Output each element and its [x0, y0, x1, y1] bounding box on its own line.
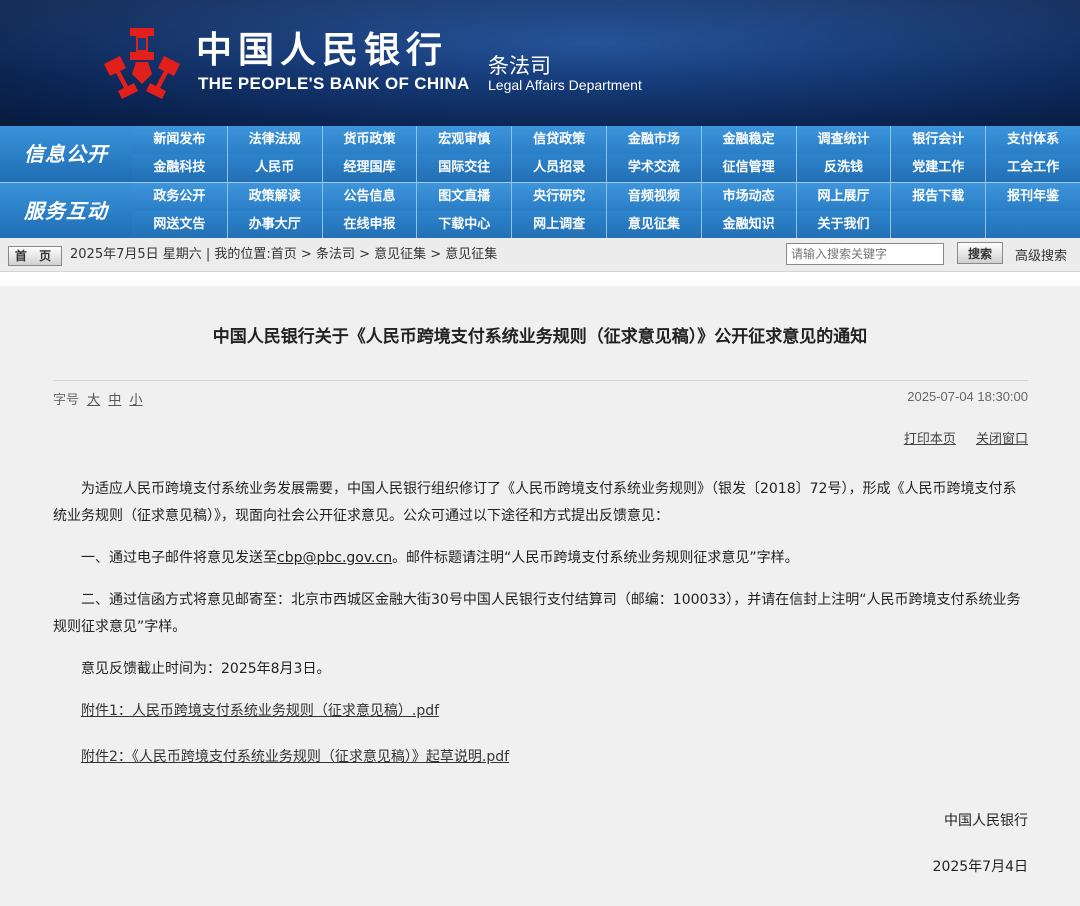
nav-item-credit-reference[interactable]: 征信管理 [700, 154, 796, 182]
attachment-2-link[interactable]: 附件2：《人民币跨境支付系统业务规则（征求意见稿）》起草说明.pdf [81, 749, 509, 765]
nav-item-financial-markets[interactable]: 金融市场 [605, 126, 701, 154]
nav-block-service-interaction: 服务互动 政务公开 政策解读 公告信息 图文直播 央行研究 音频视频 市场动态 … [0, 182, 1080, 239]
nav-item-market-news[interactable]: 市场动态 [700, 183, 796, 211]
nav-item-online-filing[interactable]: 在线申报 [321, 211, 417, 239]
nav-item-recruitment[interactable]: 人员招录 [511, 154, 606, 182]
divider-strip [0, 272, 1080, 286]
article-paragraph-email: 一、通过电子邮件将意见发送至cbp@pbc.gov.cn。邮件标题请注明“人民币… [53, 545, 1029, 572]
article-paragraph: 为适应人民币跨境支付系统业务发展需要，中国人民银行组织修订了《人民币跨境支付系统… [53, 481, 1017, 524]
paragraph-text: 。邮件标题请注明“人民币跨境支付系统业务规则征求意见”字样。 [392, 550, 799, 566]
font-size-switcher: 字号 大 中 小 [53, 389, 142, 408]
nav-item-government-affairs[interactable]: 政务公开 [132, 183, 227, 211]
search-button[interactable]: 搜索 [957, 242, 1003, 264]
signature-date: 2025年7月4日 [932, 859, 1028, 875]
nav-row: 政务公开 政策解读 公告信息 图文直播 央行研究 音频视频 市场动态 网上展厅 … [132, 183, 1080, 211]
department-name-en: Legal Affairs Department [488, 77, 642, 93]
nav-category-info-disclosure[interactable]: 信息公开 [0, 126, 132, 182]
nav-item-policy-interpretation[interactable]: 政策解读 [226, 183, 322, 211]
nav-row: 网送文告 办事大厅 在线申报 下载中心 网上调查 意见征集 金融知识 关于我们 [132, 211, 1080, 239]
nav-item-download-center[interactable]: 下载中心 [416, 211, 511, 239]
nav-grid: 新闻发布 法律法规 货币政策 宏观审慎 信贷政策 金融市场 金融稳定 调查统计 … [132, 126, 1080, 182]
attachment-item: 附件1：人民币跨境支付系统业务规则（征求意见稿）.pdf [53, 698, 1029, 725]
nav-item-media[interactable]: 音频视频 [605, 183, 701, 211]
nav-item-anti-money-laundering[interactable]: 反洗钱 [795, 154, 891, 182]
attachment-1-link[interactable]: 附件1：人民币跨境支付系统业务规则（征求意见稿）.pdf [81, 703, 439, 719]
nav-item-news[interactable]: 新闻发布 [132, 126, 227, 154]
article-tools: 打印本页 关闭窗口 [888, 428, 1028, 447]
nav-item-online-exhibition[interactable]: 网上展厅 [795, 183, 891, 211]
article-title: 中国人民银行关于《人民币跨境支付系统业务规则（征求意见稿）》公开征求意见的通知 [212, 327, 868, 347]
nav-item-yearbooks[interactable]: 报刊年鉴 [985, 183, 1080, 211]
nav-item-bank-accounting[interactable]: 银行会计 [890, 126, 985, 154]
nav-item-union[interactable]: 工会工作 [985, 154, 1080, 182]
nav-item-live[interactable]: 图文直播 [416, 183, 511, 211]
font-size-large-link[interactable]: 大 [87, 393, 100, 408]
nav-item-announcements[interactable]: 公告信息 [321, 183, 417, 211]
font-size-label: 字号 [53, 393, 80, 408]
search-input[interactable] [786, 243, 944, 265]
nav-item-statistics[interactable]: 调查统计 [795, 126, 891, 154]
nav-item-treasury[interactable]: 经理国库 [321, 154, 417, 182]
advanced-search-link[interactable]: 高级搜索 [1015, 245, 1067, 264]
nav-item-fintech[interactable]: 金融科技 [132, 154, 227, 182]
nav-item-international[interactable]: 国际交往 [416, 154, 511, 182]
nav-item-research[interactable]: 央行研究 [511, 183, 606, 211]
nav-item-report-download[interactable]: 报告下载 [890, 183, 985, 211]
nav-item-online-survey[interactable]: 网上调查 [511, 211, 606, 239]
print-page-link[interactable]: 打印本页 [904, 432, 956, 447]
nav-item-credit-policy[interactable]: 信贷政策 [511, 126, 606, 154]
site-banner: 中国人民银行 THE PEOPLE'S BANK OF CHINA 条法司 Le… [0, 0, 1080, 126]
nav-item-rmb[interactable]: 人民币 [226, 154, 322, 182]
bank-name-cn: 中国人民银行 [196, 29, 449, 71]
email-link[interactable]: cbp@pbc.gov.cn [277, 550, 392, 566]
bank-name-en: THE PEOPLE'S BANK OF CHINA [198, 74, 470, 93]
nav-item-academic[interactable]: 学术交流 [605, 154, 701, 182]
nav-item-monetary-policy[interactable]: 货币政策 [321, 126, 417, 154]
nav-item-service-hall[interactable]: 办事大厅 [226, 211, 322, 239]
nav-category-service-interaction[interactable]: 服务互动 [0, 183, 132, 239]
nav-item-public-consultation[interactable]: 意见征集 [605, 211, 701, 239]
nav-item-laws[interactable]: 法律法规 [226, 126, 322, 154]
nav-item-party-building[interactable]: 党建工作 [890, 154, 985, 182]
nav-item-empty [985, 211, 1080, 239]
breadcrumb: 2025年7月5日 星期六 | 我的位置:首页 > 条法司 > 意见征集 > 意… [70, 247, 498, 262]
signature: 中国人民银行 [944, 813, 1028, 829]
nav-item-empty [890, 211, 985, 239]
pboc-logo-icon[interactable] [100, 26, 184, 100]
close-window-link[interactable]: 关闭窗口 [976, 432, 1028, 447]
nav-item-financial-knowledge[interactable]: 金融知识 [700, 211, 796, 239]
attachment-item: 附件2：《人民币跨境支付系统业务规则（征求意见稿）》起草说明.pdf [53, 744, 1029, 771]
font-size-medium-link[interactable]: 中 [108, 393, 121, 408]
nav-item-payment-system[interactable]: 支付体系 [985, 126, 1080, 154]
nav-grid: 政务公开 政策解读 公告信息 图文直播 央行研究 音频视频 市场动态 网上展厅 … [132, 183, 1080, 239]
publish-time: 2025-07-04 18:30:00 [907, 389, 1028, 404]
article-paragraph: 意见反馈截止时间为：2025年8月3日。 [81, 661, 331, 677]
nav-item-about-us[interactable]: 关于我们 [795, 211, 891, 239]
main-navigation: 信息公开 新闻发布 法律法规 货币政策 宏观审慎 信贷政策 金融市场 金融稳定 … [0, 126, 1080, 239]
article-body: 为适应人民币跨境支付系统业务发展需要，中国人民银行组织修订了《人民币跨境支付系统… [53, 476, 1029, 790]
nav-item-financial-stability[interactable]: 金融稳定 [700, 126, 796, 154]
home-button[interactable]: 首 页 [8, 246, 62, 266]
divider [53, 380, 1028, 381]
nav-item-macroprudential[interactable]: 宏观审慎 [416, 126, 511, 154]
article-paragraph: 二、通过信函方式将意见邮寄至：北京市西城区金融大街30号中国人民银行支付结算司（… [53, 592, 1021, 635]
department-name-cn: 条法司 [488, 54, 551, 78]
font-size-small-link[interactable]: 小 [129, 393, 142, 408]
nav-row: 新闻发布 法律法规 货币政策 宏观审慎 信贷政策 金融市场 金融稳定 调查统计 … [132, 126, 1080, 154]
nav-block-info-disclosure: 信息公开 新闻发布 法律法规 货币政策 宏观审慎 信贷政策 金融市场 金融稳定 … [0, 126, 1080, 182]
nav-item-notices[interactable]: 网送文告 [132, 211, 227, 239]
nav-row: 金融科技 人民币 经理国库 国际交往 人员招录 学术交流 征信管理 反洗钱 党建… [132, 154, 1080, 182]
paragraph-text: 一、通过电子邮件将意见发送至 [81, 550, 277, 566]
